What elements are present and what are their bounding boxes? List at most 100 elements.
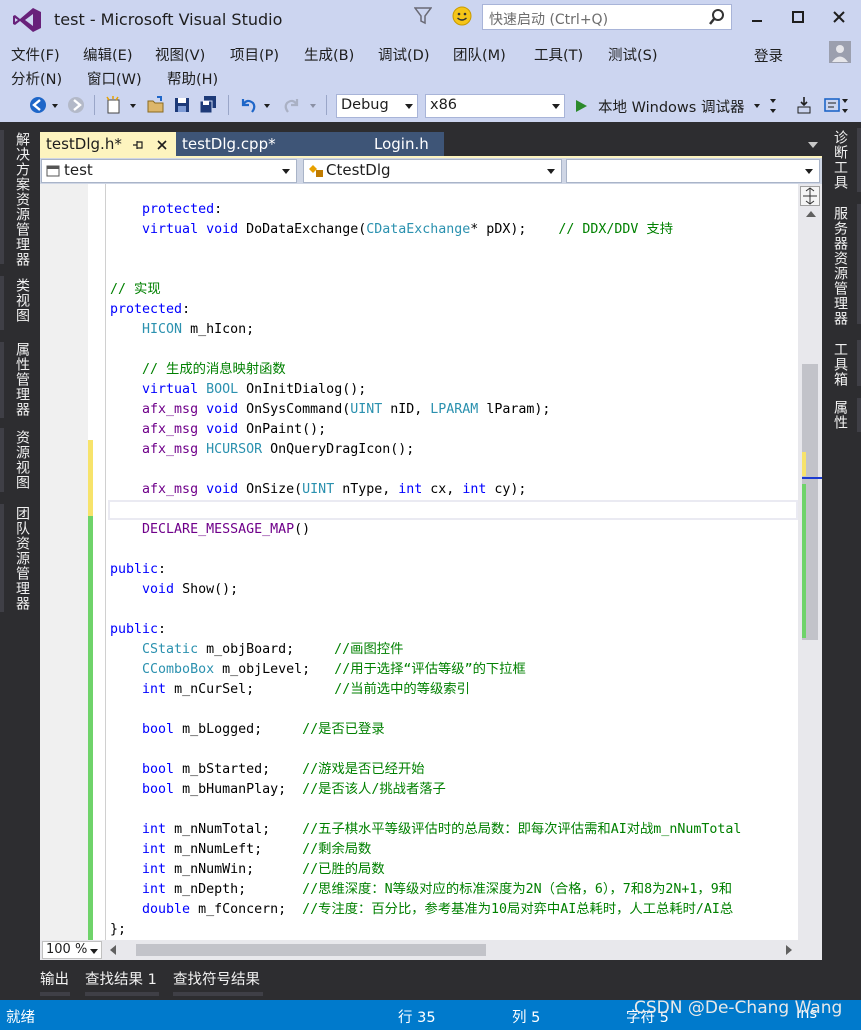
tab-testdlg-cpp[interactable]: testDlg.cpp* bbox=[176, 132, 322, 158]
toolbar-overflow-icon[interactable] bbox=[768, 95, 778, 115]
code-line[interactable]: afx_msg void OnSysCommand(UINT nID, LPAR… bbox=[110, 400, 550, 420]
scroll-up-icon[interactable] bbox=[806, 211, 816, 217]
horizontal-scrollbar-thumb[interactable] bbox=[136, 944, 486, 956]
quick-launch-input[interactable]: 快速启动 (Ctrl+Q) bbox=[482, 4, 732, 30]
code-line[interactable]: // 生成的消息映射函数 bbox=[110, 360, 286, 380]
menu-tools[interactable]: 工具(T) bbox=[534, 44, 583, 65]
tab-testdlg-h[interactable]: testDlg.h* bbox=[40, 132, 176, 158]
feedback-smiley-icon[interactable] bbox=[452, 6, 472, 26]
tab-output[interactable]: 输出 bbox=[40, 968, 69, 989]
scroll-right-icon[interactable] bbox=[786, 945, 792, 955]
menu-test[interactable]: 测试(S) bbox=[608, 44, 658, 65]
step-into-icon[interactable] bbox=[794, 95, 814, 115]
tab-toolbox[interactable]: 工具箱 bbox=[830, 342, 850, 387]
toolbar-overflow-icon[interactable] bbox=[840, 95, 850, 115]
code-line[interactable]: public: bbox=[110, 560, 166, 580]
tab-resource-view[interactable]: 资源视图 bbox=[12, 430, 32, 490]
navigate-back-icon[interactable] bbox=[28, 95, 48, 115]
code-line[interactable]: bool m_bHumanPlay; //是否该人/挑战者落子 bbox=[110, 780, 446, 800]
close-button[interactable] bbox=[826, 6, 852, 28]
member-dropdown[interactable] bbox=[566, 159, 820, 183]
tab-team-explorer[interactable]: 团队资源管理器 bbox=[12, 506, 32, 611]
solution-platform-select[interactable]: x86 bbox=[425, 94, 565, 118]
notifications-filter-icon[interactable] bbox=[413, 6, 433, 26]
menu-edit[interactable]: 编辑(E) bbox=[83, 44, 132, 65]
avatar[interactable] bbox=[829, 41, 851, 63]
menu-debug[interactable]: 调试(D) bbox=[378, 44, 429, 65]
code-line[interactable]: afx_msg HCURSOR OnQueryDragIcon(); bbox=[110, 440, 414, 460]
tab-diagnostic-tools[interactable]: 诊断工具 bbox=[830, 130, 850, 190]
menu-project[interactable]: 项目(P) bbox=[230, 44, 279, 65]
code-line[interactable]: DECLARE_MESSAGE_MAP() bbox=[110, 520, 310, 540]
code-text-area[interactable]: protected: virtual void DoDataExchange(C… bbox=[108, 184, 798, 940]
menu-analyze[interactable]: 分析(N) bbox=[11, 68, 62, 89]
scroll-left-icon[interactable] bbox=[110, 945, 116, 955]
code-line[interactable]: protected: bbox=[110, 200, 222, 220]
redo-dropdown-icon[interactable] bbox=[308, 95, 318, 115]
code-line[interactable]: afx_msg void OnPaint(); bbox=[110, 420, 326, 440]
menu-team[interactable]: 团队(M) bbox=[453, 44, 506, 65]
code-line[interactable]: }; bbox=[110, 920, 126, 940]
horizontal-scrollbar[interactable]: 100 % bbox=[40, 940, 822, 960]
new-project-icon[interactable] bbox=[104, 95, 124, 115]
code-line[interactable]: double m_fConcern; //专注度：百分比，参考基准为10局对弈中… bbox=[110, 900, 733, 920]
pin-icon[interactable] bbox=[132, 139, 144, 151]
save-icon[interactable] bbox=[172, 95, 192, 115]
code-line[interactable]: // 实现 bbox=[110, 280, 161, 300]
code-line[interactable]: virtual BOOL OnInitDialog(); bbox=[110, 380, 366, 400]
code-editor[interactable]: protected: virtual void DoDataExchange(C… bbox=[40, 184, 822, 940]
code-line[interactable]: bool m_bLogged; //是否已登录 bbox=[110, 720, 385, 740]
tab-server-explorer[interactable]: 服务器资源管理器 bbox=[830, 206, 850, 326]
code-line[interactable]: int m_nNumWin; //已胜的局数 bbox=[110, 860, 385, 880]
split-window-button[interactable] bbox=[800, 186, 820, 206]
code-line[interactable]: int m_nNumLeft; //剩余局数 bbox=[110, 840, 371, 860]
menu-build[interactable]: 生成(B) bbox=[304, 44, 354, 65]
class-dropdown[interactable]: CtestDlg bbox=[303, 159, 562, 183]
undo-icon[interactable] bbox=[238, 95, 258, 115]
code-line[interactable]: afx_msg void OnSize(UINT nType, int cx, … bbox=[110, 480, 526, 500]
code-line[interactable]: int m_nNumTotal; //五子棋水平等级评估时的总局数：即每次评估需… bbox=[110, 820, 741, 840]
code-line[interactable]: protected: bbox=[110, 300, 190, 320]
code-line[interactable]: virtual void DoDataExchange(CDataExchang… bbox=[110, 220, 673, 240]
configuration-value: Debug bbox=[341, 97, 389, 113]
menu-window[interactable]: 窗口(W) bbox=[87, 68, 142, 89]
menu-file[interactable]: 文件(F) bbox=[11, 44, 60, 65]
menu-help[interactable]: 帮助(H) bbox=[167, 68, 218, 89]
login-link[interactable]: 登录 bbox=[754, 45, 783, 66]
breakpoint-list-icon[interactable] bbox=[822, 95, 842, 115]
minimize-button[interactable] bbox=[744, 6, 770, 28]
tab-class-view[interactable]: 类视图 bbox=[12, 278, 32, 323]
code-line[interactable]: int m_nDepth; //思维深度：N等级对应的标准深度为2N（合格，6）… bbox=[110, 880, 732, 900]
new-project-dropdown-icon[interactable] bbox=[128, 95, 138, 115]
tab-find-symbol-results[interactable]: 查找符号结果 bbox=[173, 968, 260, 989]
tab-find-results-1[interactable]: 查找结果 1 bbox=[85, 968, 157, 989]
save-all-icon[interactable] bbox=[198, 95, 218, 115]
undo-dropdown-icon[interactable] bbox=[262, 95, 272, 115]
code-line[interactable]: public: bbox=[110, 620, 166, 640]
solution-configuration-select[interactable]: Debug bbox=[336, 94, 418, 118]
glyph-margin[interactable] bbox=[40, 184, 88, 940]
open-folder-icon[interactable] bbox=[146, 95, 166, 115]
code-line[interactable]: bool m_bStarted; //游戏是否已经开始 bbox=[110, 760, 425, 780]
code-line[interactable]: void Show(); bbox=[110, 580, 238, 600]
outlining-margin[interactable] bbox=[100, 184, 106, 940]
tab-login-h[interactable]: Login.h bbox=[322, 132, 444, 158]
back-dropdown-icon[interactable] bbox=[50, 95, 60, 115]
zoom-select[interactable]: 100 % bbox=[42, 941, 102, 959]
code-line[interactable]: int m_nCurSel; //当前选中的等级索引 bbox=[110, 680, 470, 700]
project-dropdown[interactable]: test bbox=[41, 159, 297, 183]
navigate-forward-icon[interactable] bbox=[66, 95, 86, 115]
search-icon[interactable] bbox=[709, 8, 725, 26]
tab-solution-explorer[interactable]: 解决方案资源管理器 bbox=[12, 132, 32, 267]
maximize-button[interactable] bbox=[785, 6, 811, 28]
tab-property-manager[interactable]: 属性管理器 bbox=[12, 342, 32, 417]
tab-properties[interactable]: 属性 bbox=[830, 400, 850, 430]
menu-view[interactable]: 视图(V) bbox=[155, 44, 205, 65]
run-dropdown-icon[interactable] bbox=[752, 95, 762, 115]
close-icon[interactable] bbox=[156, 139, 168, 151]
code-line[interactable]: CComboBox m_objLevel; //用于选择“评估等级”的下拉框 bbox=[110, 660, 526, 680]
code-line[interactable]: CStatic m_objBoard; //画图控件 bbox=[110, 640, 403, 660]
code-line[interactable]: HICON m_hIcon; bbox=[110, 320, 254, 340]
chevron-down-icon[interactable] bbox=[808, 142, 818, 148]
redo-icon[interactable] bbox=[282, 95, 302, 115]
